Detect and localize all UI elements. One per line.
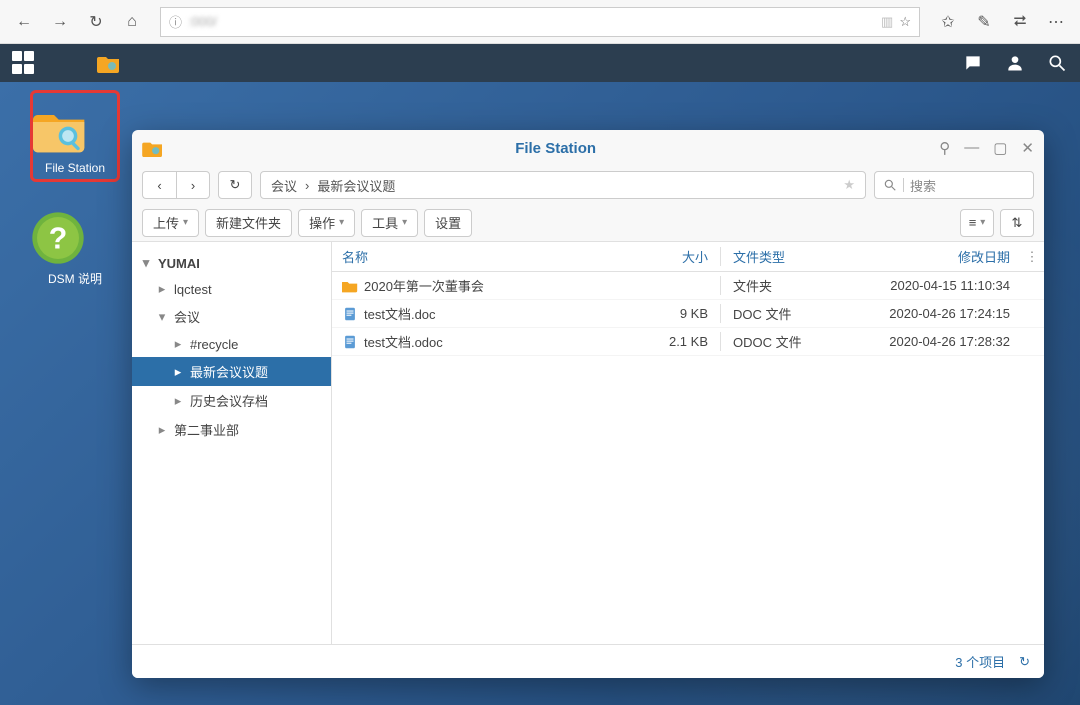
tree-item[interactable]: ▸lqctest [132, 276, 331, 302]
refresh-button[interactable]: ↻ [80, 6, 112, 38]
folder-search-icon [33, 101, 89, 157]
dsm-desktop: File Station ? DSM 说明 YUMai File Station… [0, 82, 1080, 705]
star-icon[interactable]: ★ [843, 177, 855, 193]
status-bar: 3 个项目 ↻ [132, 644, 1044, 678]
taskbar-file-station-icon[interactable] [96, 53, 122, 73]
item-count: 3 个项目 [955, 652, 1005, 671]
new-folder-button[interactable]: 新建文件夹 [205, 209, 292, 237]
document-icon [342, 307, 358, 321]
file-row[interactable]: 2020年第一次董事会文件夹2020-04-15 11:10:34 [332, 272, 1044, 300]
tree-item[interactable]: ▸历史会议存档 [132, 386, 331, 415]
pin-button[interactable]: ⚲ [939, 139, 950, 157]
column-size[interactable]: 大小 [640, 247, 720, 266]
column-headers: 名称 大小 文件类型 修改日期 ⋮ [332, 242, 1044, 272]
folder-tree: ▾ YUMAI ▸lqctest▾会议▸#recycle▸最新会议议题▸历史会议… [132, 242, 332, 644]
reader-icon[interactable]: ▥ [881, 14, 893, 30]
info-icon: ⓘ [169, 12, 182, 31]
notes-button[interactable]: ✎ [968, 6, 1000, 38]
tree-item[interactable]: ▾会议 [132, 302, 331, 331]
tree-item[interactable]: ▸最新会议议题 [132, 357, 331, 386]
url-text: :000/ [188, 14, 875, 29]
more-button[interactable]: ⋯ [1040, 6, 1072, 38]
favorite-icon[interactable]: ☆ [899, 14, 911, 30]
forward-button[interactable]: → [44, 6, 76, 38]
settings-button[interactable]: 设置 [424, 209, 472, 237]
desktop-icon-dsm-help[interactable]: ? DSM 说明 [30, 202, 120, 295]
action-toolbar: 上传▾ 新建文件夹 操作▾ 工具▾ 设置 ≡ ▾ ⇅ [132, 204, 1044, 242]
tree-root[interactable]: ▾ YUMAI [132, 250, 331, 276]
search-icon[interactable] [1046, 52, 1068, 74]
sort-button[interactable]: ⇅ [1000, 209, 1034, 237]
url-bar[interactable]: ⓘ :000/ ▥ ☆ [160, 7, 920, 37]
column-menu-icon[interactable]: ⋮ [1020, 249, 1044, 265]
chevron-icon: ▸ [172, 364, 184, 380]
maximize-button[interactable]: ▢ [993, 139, 1007, 157]
refresh-icon[interactable]: ↻ [1019, 654, 1030, 670]
breadcrumb-part[interactable]: 会议 [271, 176, 297, 195]
search-icon [883, 178, 897, 192]
home-button[interactable]: ⌂ [116, 6, 148, 38]
close-button[interactable]: ✕ [1021, 139, 1034, 157]
window-title: File Station [172, 140, 939, 157]
tools-button[interactable]: 工具▾ [361, 209, 418, 237]
user-icon[interactable] [1004, 52, 1026, 74]
breadcrumb-part[interactable]: 最新会议议题 [317, 176, 395, 195]
document-icon [342, 335, 358, 349]
column-date[interactable]: 修改日期 [840, 247, 1020, 266]
chevron-icon: ▸ [172, 393, 184, 409]
dsm-taskbar [0, 44, 1080, 82]
chevron-right-icon: › [305, 178, 309, 193]
breadcrumb[interactable]: 会议 › 最新会议议题 ★ [260, 171, 866, 199]
tree-item[interactable]: ▸第二事业部 [132, 415, 331, 444]
tree-item[interactable]: ▸#recycle [132, 331, 331, 357]
chevron-icon: ▸ [172, 336, 184, 352]
search-placeholder: 搜索 [910, 176, 936, 195]
file-list: 名称 大小 文件类型 修改日期 ⋮ 2020年第一次董事会文件夹2020-04-… [332, 242, 1044, 644]
apps-menu-button[interactable] [12, 51, 36, 75]
file-row[interactable]: test文档.odoc2.1 KBODOC 文件2020-04-26 17:28… [332, 328, 1044, 356]
file-station-window: File Station ⚲ — ▢ ✕ ‹ › ↻ 会议 › 最新会议议题 ★ [132, 130, 1044, 678]
folder-icon [342, 279, 358, 293]
svg-text:?: ? [49, 223, 68, 256]
column-name[interactable]: 名称 [332, 247, 640, 266]
help-icon: ? [30, 210, 86, 266]
view-mode-button[interactable]: ≡ ▾ [960, 209, 994, 237]
search-input[interactable]: 搜索 [874, 171, 1034, 199]
back-button[interactable]: ← [8, 6, 40, 38]
action-button[interactable]: 操作▾ [298, 209, 355, 237]
column-type[interactable]: 文件类型 [720, 247, 840, 266]
browser-toolbar: ← → ↻ ⌂ ⓘ :000/ ▥ ☆ ✩ ✎ ⮂ ⋯ [0, 0, 1080, 44]
navigation-toolbar: ‹ › ↻ 会议 › 最新会议议题 ★ 搜索 [132, 166, 1044, 204]
chevron-down-icon: ▾ [140, 255, 152, 271]
folder-search-icon [142, 139, 164, 157]
chevron-icon: ▸ [156, 281, 168, 297]
nav-forward-button[interactable]: › [176, 171, 210, 199]
minimize-button[interactable]: — [964, 139, 979, 157]
file-row[interactable]: test文档.doc9 KBDOC 文件2020-04-26 17:24:15 [332, 300, 1044, 328]
desktop-icon-label: File Station [33, 161, 117, 175]
desktop-icon-label: DSM 说明 [30, 270, 120, 287]
notification-icon[interactable] [962, 52, 984, 74]
chevron-icon: ▾ [156, 309, 168, 325]
chevron-icon: ▸ [156, 422, 168, 438]
desktop-icon-file-station[interactable]: File Station [30, 90, 120, 182]
window-titlebar[interactable]: File Station ⚲ — ▢ ✕ [132, 130, 1044, 166]
nav-back-button[interactable]: ‹ [142, 171, 176, 199]
share-button[interactable]: ⮂ [1004, 6, 1036, 38]
upload-button[interactable]: 上传▾ [142, 209, 199, 237]
nav-refresh-button[interactable]: ↻ [218, 171, 252, 199]
favorites-button[interactable]: ✩ [932, 6, 964, 38]
